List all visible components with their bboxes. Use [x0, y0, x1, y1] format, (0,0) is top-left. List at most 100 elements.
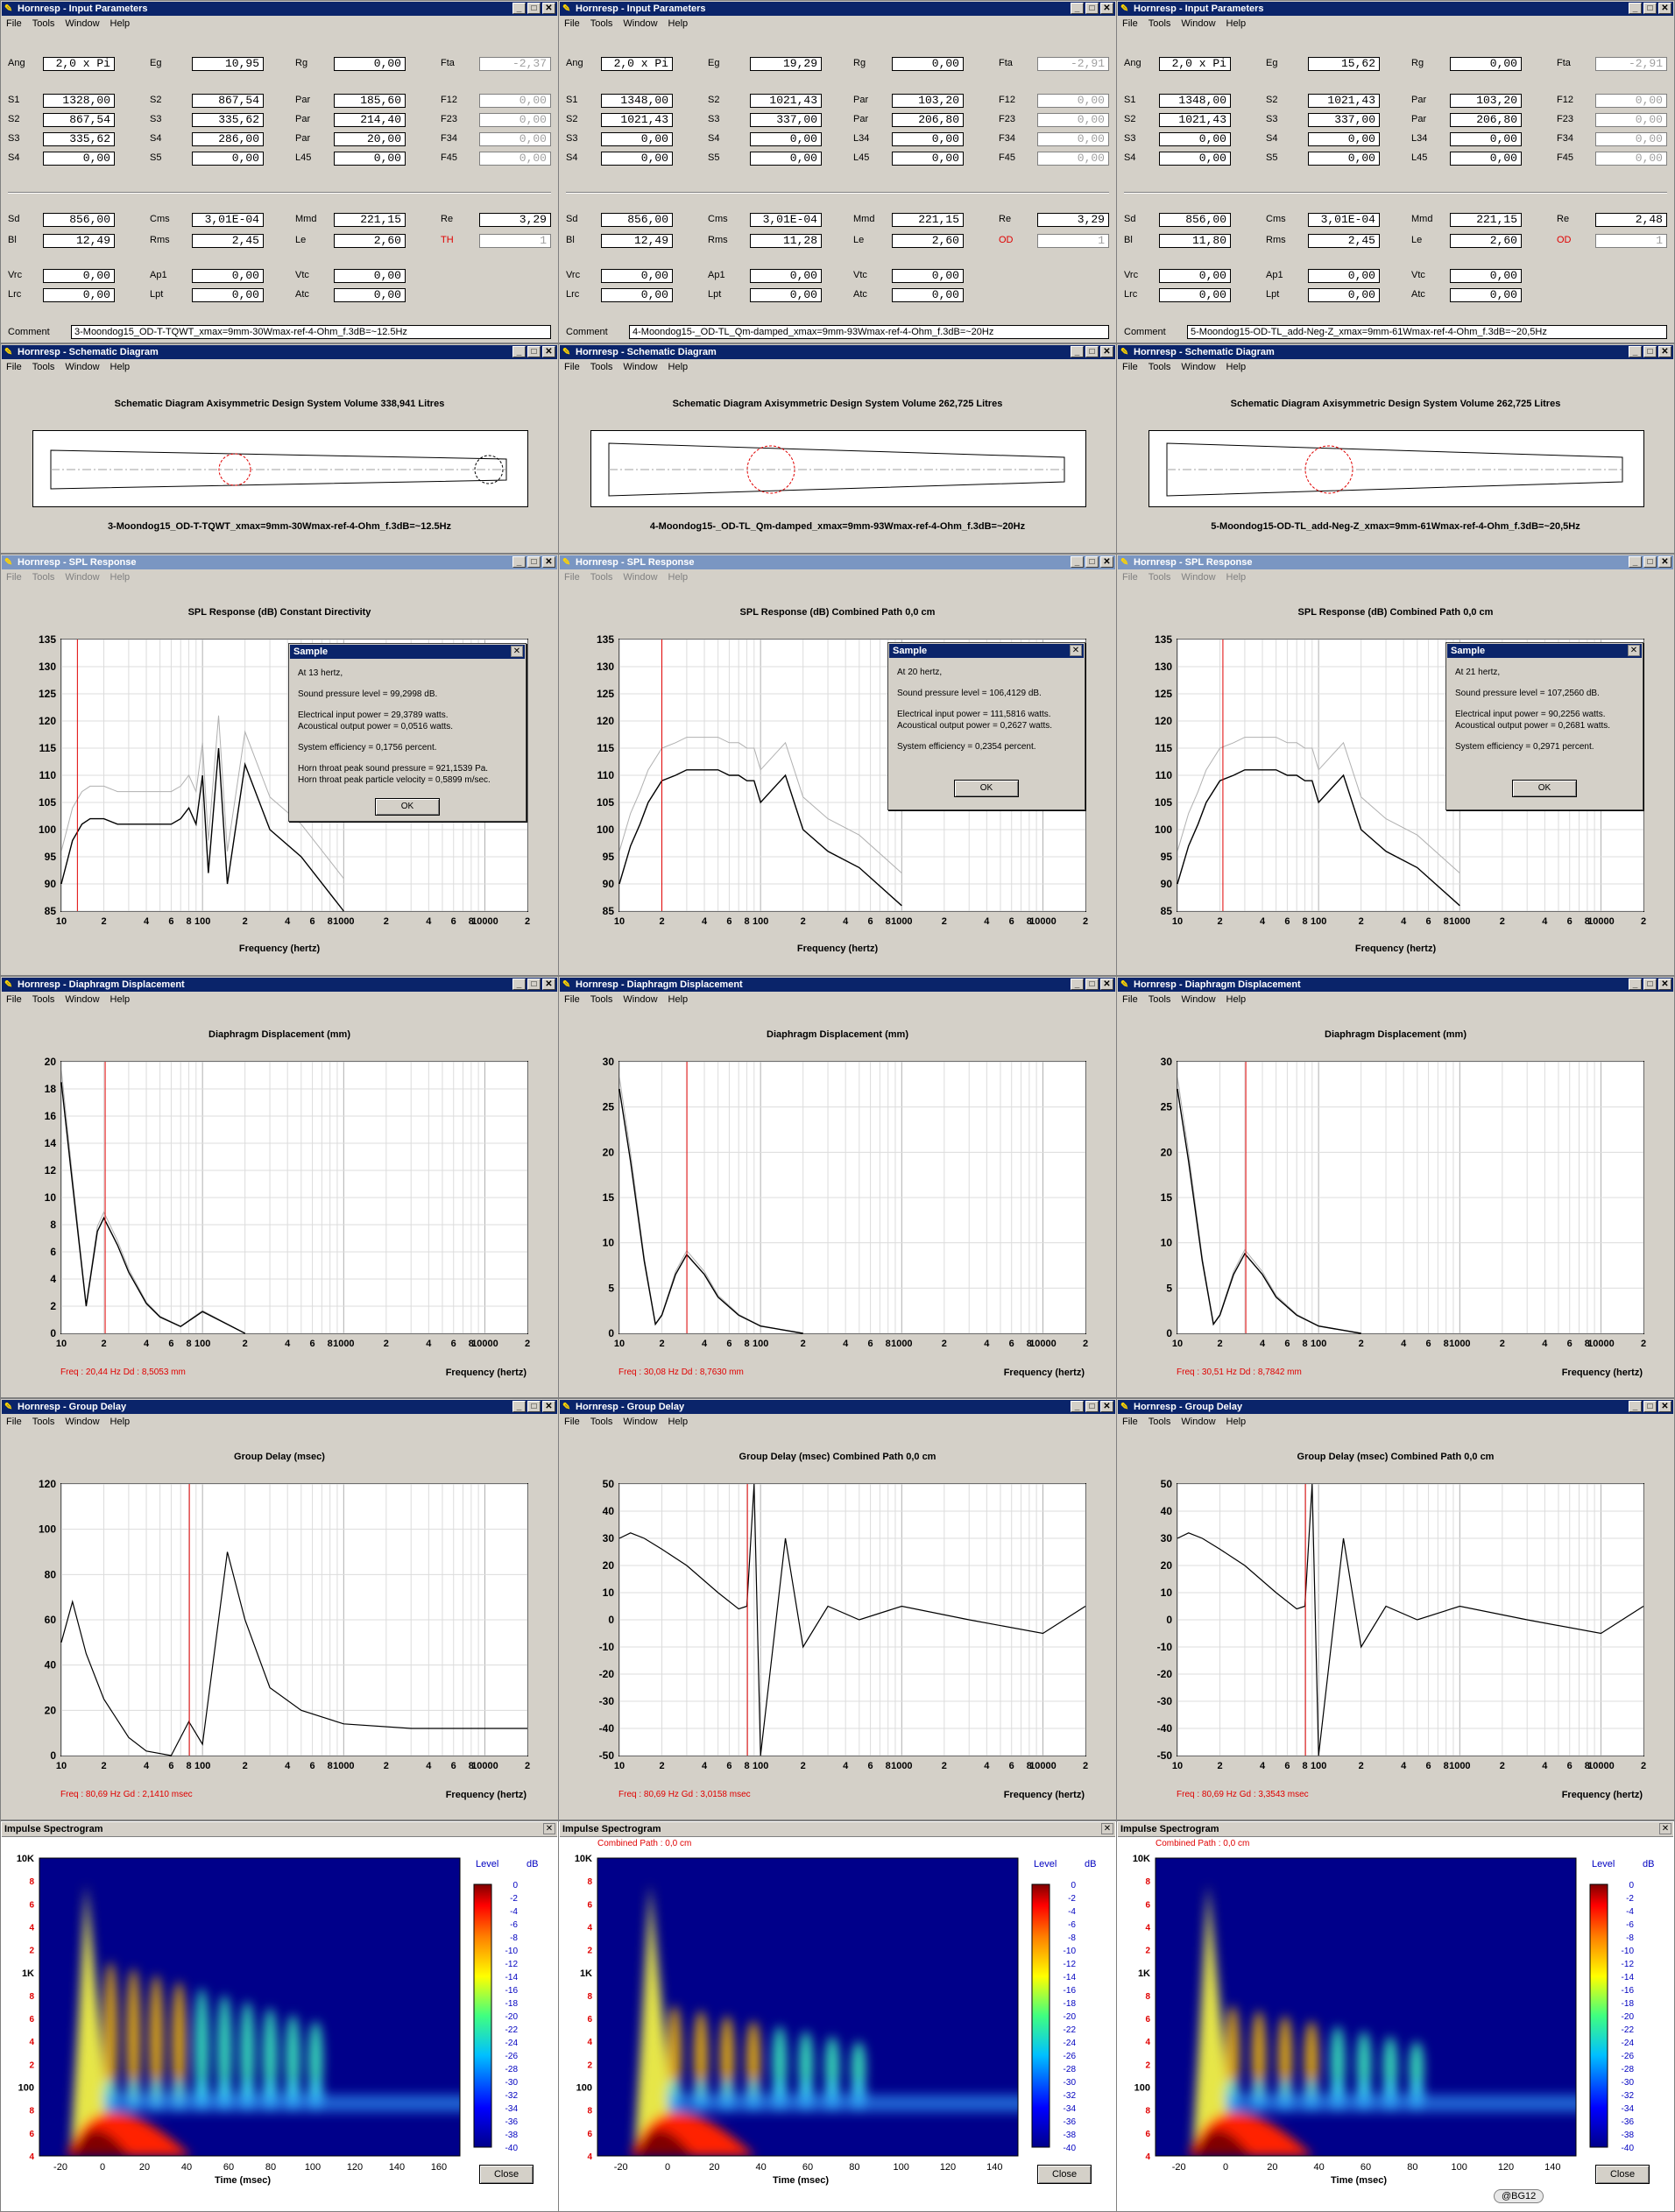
param-field[interactable]: 1328,00 [43, 94, 115, 108]
param-field[interactable]: 0,00 [1450, 152, 1522, 166]
menu-item-file[interactable]: File [6, 362, 22, 374]
close-button[interactable]: ✕ [1658, 556, 1671, 568]
param-field[interactable]: 2,0 x Pi [1159, 57, 1231, 71]
menu-item-tools[interactable]: Tools [590, 572, 613, 584]
minimize-button[interactable]: _ [1629, 979, 1642, 990]
menu-item-tools[interactable]: Tools [32, 572, 55, 584]
close-button[interactable]: ✕ [542, 556, 555, 568]
window-titlebar[interactable]: ✎ Hornresp - Schematic Diagram _ □ ✕ [2, 345, 557, 359]
menu-item-file[interactable]: File [6, 1417, 22, 1429]
param-field[interactable]: 0,00 [892, 288, 964, 302]
param-field[interactable]: 0,00 [1450, 132, 1522, 146]
menu-item-tools[interactable]: Tools [590, 994, 613, 1007]
maximize-button[interactable]: □ [527, 3, 541, 14]
param-field[interactable]: 0,00 [750, 152, 822, 166]
window-titlebar[interactable]: ✎ Hornresp - Input Parameters _ □ ✕ [1118, 2, 1673, 16]
param-field[interactable]: 2,60 [1450, 234, 1522, 248]
close-button[interactable]: ✕ [1100, 3, 1113, 14]
param-field[interactable]: 0,00 [601, 132, 673, 146]
minimize-button[interactable]: _ [1071, 3, 1084, 14]
ok-button[interactable]: OK [375, 798, 440, 816]
param-field[interactable]: 0,00 [1450, 288, 1522, 302]
menu-item-tools[interactable]: Tools [1148, 572, 1171, 584]
window-titlebar[interactable]: ✎ Hornresp - Diaphragm Displacement _ □ ✕ [1118, 978, 1673, 992]
param-field[interactable]: 19,29 [750, 57, 822, 71]
param-field[interactable]: 0,00 [1159, 152, 1231, 166]
maximize-button[interactable]: □ [527, 346, 541, 357]
param-field[interactable]: 337,00 [1308, 113, 1380, 127]
param-field[interactable]: 0,00 [750, 288, 822, 302]
param-field[interactable]: 2,60 [892, 234, 964, 248]
param-field[interactable]: 337,00 [750, 113, 822, 127]
minimize-button[interactable]: _ [512, 1401, 526, 1412]
menu-item-tools[interactable]: Tools [32, 18, 55, 31]
menu-item-help[interactable]: Help [110, 994, 131, 1007]
window-titlebar[interactable]: ✎ Hornresp - SPL Response _ □ ✕ [1118, 555, 1673, 569]
param-field[interactable]: 0,00 [1159, 288, 1231, 302]
close-button[interactable]: ✕ [542, 346, 555, 357]
param-field[interactable]: 3,29 [1037, 213, 1109, 227]
menu-item-file[interactable]: File [6, 18, 22, 31]
param-field[interactable]: 0,00 [43, 288, 115, 302]
menu-item-tools[interactable]: Tools [1148, 1417, 1171, 1429]
param-field[interactable]: 856,00 [1159, 213, 1231, 227]
param-field[interactable]: 206,80 [1450, 113, 1522, 127]
param-field[interactable]: 0,00 [192, 288, 264, 302]
menu-item-file[interactable]: File [1122, 18, 1138, 31]
close-button[interactable]: ✕ [1100, 346, 1113, 357]
menu-item-window[interactable]: Window [1181, 994, 1215, 1007]
window-titlebar[interactable]: ✎ Hornresp - Diaphragm Displacement _ □ ✕ [560, 978, 1115, 992]
param-field[interactable]: 0,00 [43, 269, 115, 283]
comment-field[interactable]: 3-Moondog15_OD-T-TQWT_xmax=9mm-30Wmax-re… [71, 325, 551, 339]
comment-field[interactable]: 4-Moondog15-_OD-TL_Qm-damped_xmax=9mm-93… [629, 325, 1109, 339]
window-titlebar[interactable]: ✎ Hornresp - Input Parameters _ □ ✕ [560, 2, 1115, 16]
menu-item-window[interactable]: Window [65, 18, 99, 31]
menu-item-file[interactable]: File [564, 18, 580, 31]
maximize-button[interactable]: □ [1643, 3, 1657, 14]
maximize-button[interactable]: □ [1085, 346, 1099, 357]
param-field[interactable]: 867,54 [192, 94, 264, 108]
menu-item-file[interactable]: File [564, 1417, 580, 1429]
param-field[interactable]: 206,80 [892, 113, 964, 127]
param-field[interactable]: 0,00 [892, 269, 964, 283]
menu-item-help[interactable]: Help [110, 572, 131, 584]
window-titlebar[interactable]: ✎ Hornresp - Schematic Diagram _ □ ✕ [560, 345, 1115, 359]
param-field[interactable]: 214,40 [334, 113, 406, 127]
param-field[interactable]: 0,00 [892, 152, 964, 166]
param-field[interactable]: 2,0 x Pi [601, 57, 673, 71]
param-field[interactable]: 0,00 [192, 269, 264, 283]
minimize-button[interactable]: _ [1071, 346, 1084, 357]
maximize-button[interactable]: □ [1643, 1401, 1657, 1412]
window-titlebar[interactable]: ✎ Hornresp - Group Delay _ □ ✕ [560, 1400, 1115, 1414]
param-field[interactable]: 856,00 [601, 213, 673, 227]
menu-item-window[interactable]: Window [65, 994, 99, 1007]
param-field[interactable]: 3,01E-04 [1308, 213, 1380, 227]
param-field[interactable]: 0,00 [1159, 269, 1231, 283]
maximize-button[interactable]: □ [1085, 979, 1099, 990]
menu-item-window[interactable]: Window [65, 572, 99, 584]
close-button[interactable]: ✕ [542, 3, 555, 14]
param-field[interactable]: 1021,43 [601, 113, 673, 127]
window-titlebar[interactable]: ✎ Hornresp - Schematic Diagram _ □ ✕ [1118, 345, 1673, 359]
menu-item-file[interactable]: File [564, 362, 580, 374]
param-field[interactable]: 0,00 [1450, 57, 1522, 71]
close-button[interactable]: ✕ [1628, 645, 1640, 656]
close-button[interactable]: ✕ [542, 1401, 555, 1412]
menu-item-tools[interactable]: Tools [1148, 362, 1171, 374]
param-field[interactable]: 0,00 [750, 132, 822, 146]
param-field[interactable]: 0,00 [1159, 132, 1231, 146]
param-field[interactable]: 0,00 [1308, 152, 1380, 166]
param-field[interactable]: 2,48 [1595, 213, 1667, 227]
param-field[interactable]: 0,00 [334, 288, 406, 302]
param-field[interactable]: 221,15 [334, 213, 406, 227]
window-titlebar[interactable]: ✎ Hornresp - SPL Response _ □ ✕ [2, 555, 557, 569]
param-field[interactable]: 10,95 [192, 57, 264, 71]
menu-item-file[interactable]: File [564, 572, 580, 584]
menu-item-window[interactable]: Window [623, 1417, 657, 1429]
minimize-button[interactable]: _ [512, 556, 526, 568]
window-titlebar[interactable]: ✎ Hornresp - Group Delay _ □ ✕ [2, 1400, 557, 1414]
menu-item-file[interactable]: File [1122, 362, 1138, 374]
menu-item-help[interactable]: Help [1226, 994, 1247, 1007]
param-field[interactable]: 0,00 [892, 57, 964, 71]
param-field[interactable]: 0,00 [1450, 269, 1522, 283]
